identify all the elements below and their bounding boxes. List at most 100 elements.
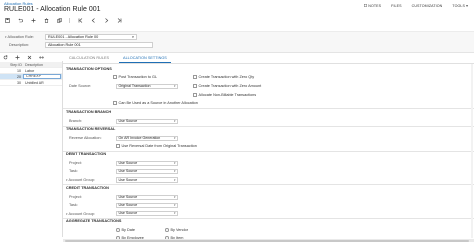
tools-menu[interactable]: TOOLS ▾ (452, 4, 468, 8)
use-reversal-date-checkbox[interactable]: Use Reversal Date from Original Transact… (116, 144, 197, 148)
checkbox-icon (113, 101, 117, 105)
first-record-icon[interactable] (77, 17, 83, 23)
use-reversal-date-label: Use Reversal Date from Original Transact… (121, 144, 197, 148)
undo-icon[interactable] (17, 17, 23, 23)
radio-icon (116, 228, 120, 232)
rule-label: Allocation Rule: (7, 35, 34, 39)
debit-task-value: Use Source (118, 169, 138, 174)
checkbox-icon (193, 84, 197, 88)
post-to-gl-label: Post Transaction to GL (118, 75, 158, 79)
post-to-gl-checkbox[interactable]: Post Transaction to GL (113, 75, 157, 79)
debit-project-select[interactable]: Use Source ▾ (116, 160, 178, 166)
by-vendor-label: By Vendor (170, 228, 189, 232)
section-debit-transaction: DEBIT TRANSACTION (66, 152, 107, 156)
description-cell[interactable]: CHREXP (23, 74, 61, 79)
debit-account-group-text: Account Group: (68, 178, 95, 182)
rule-value: RULE001 - Allocation Rule 00 (48, 35, 99, 39)
credit-task-label: Task: (69, 203, 78, 207)
section-aggregate-transactions: AGGREGATE TRANSACTIONS (66, 219, 122, 223)
chevron-down-icon: ▾ (173, 169, 176, 174)
debit-account-group-label[interactable]: ▾Account Group: (66, 178, 95, 182)
step-id-cell[interactable]: 20 (10, 75, 23, 79)
credit-task-select[interactable]: Use Source ▾ (116, 202, 178, 208)
header-menu: NOTES FILES CUSTOMIZATION TOOLS ▾ (364, 4, 468, 8)
allocate-nonbillable-checkbox[interactable]: Allocate Non-Billable Transactions (193, 93, 256, 97)
credit-task-value: Use Source (118, 203, 138, 208)
add-icon[interactable] (30, 17, 36, 23)
page-title: RULE001 - Allocation Rule 001 (4, 6, 101, 13)
horizontal-scrollbar-thumb[interactable] (65, 239, 469, 242)
section-transaction-branch: TRANSACTION BRANCH (66, 110, 112, 114)
debit-project-value: Use Source (118, 161, 138, 166)
rule-field[interactable]: RULE001 - Allocation Rule 00 ⌕ (45, 34, 137, 40)
tab-bar: CALCULATION RULES ALLOCATION SETTINGS (65, 55, 171, 63)
allocate-nonbillable-label: Allocate Non-Billable Transactions (198, 93, 257, 97)
date-source-label: Date Source: (69, 84, 92, 88)
radio-icon (165, 228, 169, 232)
grid-header-step[interactable]: Step ID (10, 63, 23, 67)
step-id-cell[interactable]: 30 (10, 81, 23, 85)
files-menu[interactable]: FILES (391, 4, 402, 8)
debit-task-label: Task: (69, 169, 78, 173)
by-date-label: By Date (121, 228, 136, 232)
credit-account-group-select[interactable]: Use Source ▾ (116, 210, 178, 216)
chevron-down-icon: ▾ (173, 136, 176, 141)
copy-icon[interactable] (56, 17, 62, 23)
section-transaction-options: TRANSACTION OPTIONS (66, 67, 112, 71)
steps-grid-frame (0, 61, 63, 237)
chevron-down-icon: ▾ (173, 119, 176, 124)
delete-icon[interactable] (43, 17, 49, 23)
checkbox-icon (193, 93, 197, 97)
tab-calculation-rules[interactable]: CALCULATION RULES (65, 55, 113, 63)
tab-allocation-settings[interactable]: ALLOCATION SETTINGS (119, 55, 171, 63)
description-cell[interactable]: Unbilled AR (23, 81, 61, 85)
source-in-other-checkbox[interactable]: Can Be Used as a Source in Another Alloc… (113, 101, 198, 105)
last-record-icon[interactable] (116, 17, 122, 23)
toolbar (4, 16, 122, 24)
by-date-option[interactable]: By Date (116, 228, 135, 232)
reversal-value: On AR Invoice Generation (118, 136, 161, 141)
notes-menu[interactable]: NOTES (364, 4, 381, 8)
add-row-icon[interactable] (14, 55, 20, 61)
zero-qty-checkbox[interactable]: Create Transaction with Zero Qty (193, 75, 254, 79)
date-source-select[interactable]: Original Transaction ▾ (116, 83, 178, 89)
chevron-down-icon: ▾ (66, 211, 68, 216)
grid-header-description[interactable]: Description (23, 63, 61, 67)
refresh-icon[interactable] (2, 55, 8, 61)
credit-project-select[interactable]: Use Source ▾ (116, 194, 178, 200)
steps-grid: Step ID Description 10 Labor 20 CHREXP 3… (0, 62, 62, 86)
debit-project-label: Project: (69, 161, 82, 165)
reversal-select[interactable]: On AR Invoice Generation ▾ (116, 135, 178, 141)
description-label: Description: (9, 43, 30, 47)
next-record-icon[interactable] (103, 17, 109, 23)
chevron-down-icon: ▾ (173, 195, 176, 200)
description-cell[interactable]: Labor (23, 69, 61, 73)
description-field[interactable]: Allocation Rule 001 (45, 42, 153, 48)
table-row[interactable]: 30 Unbilled AR (0, 80, 62, 86)
credit-account-group-text: Account Group: (68, 211, 95, 216)
delete-row-icon[interactable] (26, 55, 32, 61)
section-divider (63, 217, 474, 219)
save-icon[interactable] (4, 17, 10, 23)
customization-menu[interactable]: CUSTOMIZATION (412, 4, 443, 8)
chevron-down-icon: ▾ (173, 203, 176, 208)
branch-select[interactable]: Use Source ▾ (116, 118, 178, 124)
vertical-scrollbar[interactable] (471, 64, 473, 238)
fit-columns-icon[interactable] (38, 55, 44, 61)
zero-amount-checkbox[interactable]: Create Transaction with Zero Amount (193, 84, 261, 88)
credit-account-group-value: Use Source (118, 211, 138, 216)
zero-amount-label: Create Transaction with Zero Amount (198, 84, 262, 88)
previous-record-icon[interactable] (90, 17, 96, 23)
section-divider (63, 125, 474, 127)
notes-label: NOTES (368, 4, 382, 8)
by-vendor-option[interactable]: By Vendor (165, 228, 188, 232)
rule-collapse-label[interactable]: ▾Allocation Rule: (5, 35, 34, 39)
credit-account-group-label[interactable]: ▾Account Group: (66, 212, 95, 216)
debit-task-select[interactable]: Use Source ▾ (116, 168, 178, 174)
debit-account-group-select[interactable]: Use Source ▾ (116, 177, 178, 183)
section-divider (63, 184, 474, 185)
step-id-cell[interactable]: 10 (10, 69, 23, 73)
search-icon[interactable]: ⌕ (132, 35, 134, 39)
notes-icon (364, 4, 368, 7)
credit-project-label: Project: (69, 195, 82, 199)
